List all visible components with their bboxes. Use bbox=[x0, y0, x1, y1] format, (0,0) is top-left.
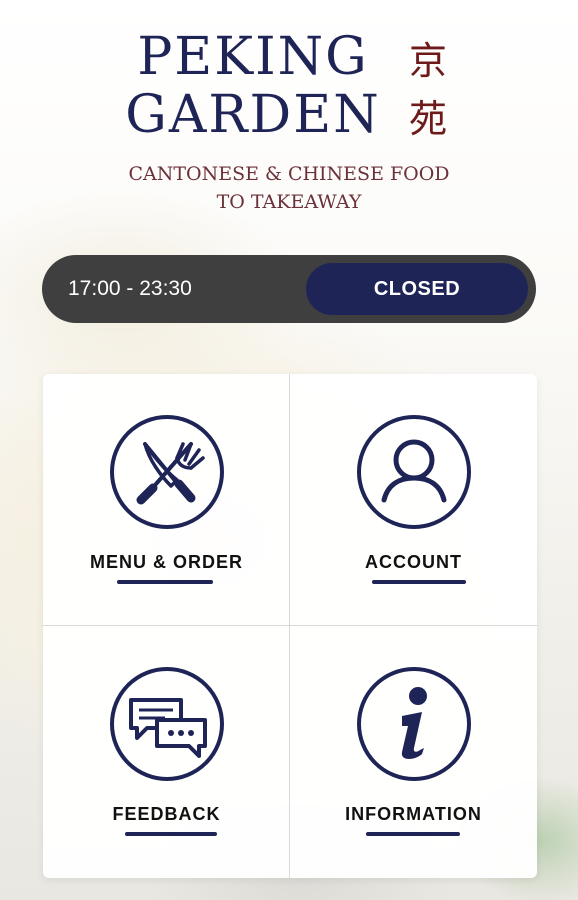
information-label: INFORMATION bbox=[345, 804, 482, 824]
menu-order-label: MENU & ORDER bbox=[89, 552, 243, 572]
feedback-underline bbox=[125, 832, 217, 836]
opening-hours: 17:00 - 23:30 bbox=[68, 277, 192, 300]
logo-chinese-char-1: 京 bbox=[408, 39, 447, 83]
tagline-line-2: TO TAKEAWAY bbox=[216, 191, 362, 213]
information-underline bbox=[366, 832, 460, 836]
account-underline bbox=[372, 580, 466, 584]
logo-line-2: GARDEN bbox=[125, 85, 381, 145]
main-menu-grid: MENU & ORDER ACCOUNT FEEDBACK INFORMATIO… bbox=[43, 374, 537, 878]
info-icon bbox=[357, 667, 471, 781]
feedback-label: FEEDBACK bbox=[112, 804, 221, 824]
logo-line-1: PEKING bbox=[137, 27, 369, 87]
information-tile[interactable]: INFORMATION bbox=[290, 626, 537, 878]
chat-bubbles-icon bbox=[110, 667, 224, 781]
logo-chinese-char-2: 苑 bbox=[408, 97, 447, 141]
account-tile[interactable]: ACCOUNT bbox=[290, 374, 537, 626]
open-status-badge: CLOSED bbox=[306, 263, 528, 315]
tagline-line-1: CANTONESE & CHINESE FOOD bbox=[128, 163, 450, 185]
menu-order-underline bbox=[117, 580, 213, 584]
tagline: CANTONESE & CHINESE FOOD TO TAKEAWAY bbox=[0, 160, 578, 216]
logo-text: PEKING GARDEN bbox=[122, 28, 384, 144]
opening-hours-bar: 17:00 - 23:30 CLOSED bbox=[42, 255, 536, 323]
menu-order-tile[interactable]: MENU & ORDER bbox=[43, 374, 290, 626]
logo-chinese: 京 苑 bbox=[398, 32, 458, 148]
feedback-tile[interactable]: FEEDBACK bbox=[43, 626, 290, 878]
knife-fork-icon bbox=[110, 415, 224, 529]
account-label: ACCOUNT bbox=[365, 552, 462, 572]
user-icon bbox=[357, 415, 471, 529]
